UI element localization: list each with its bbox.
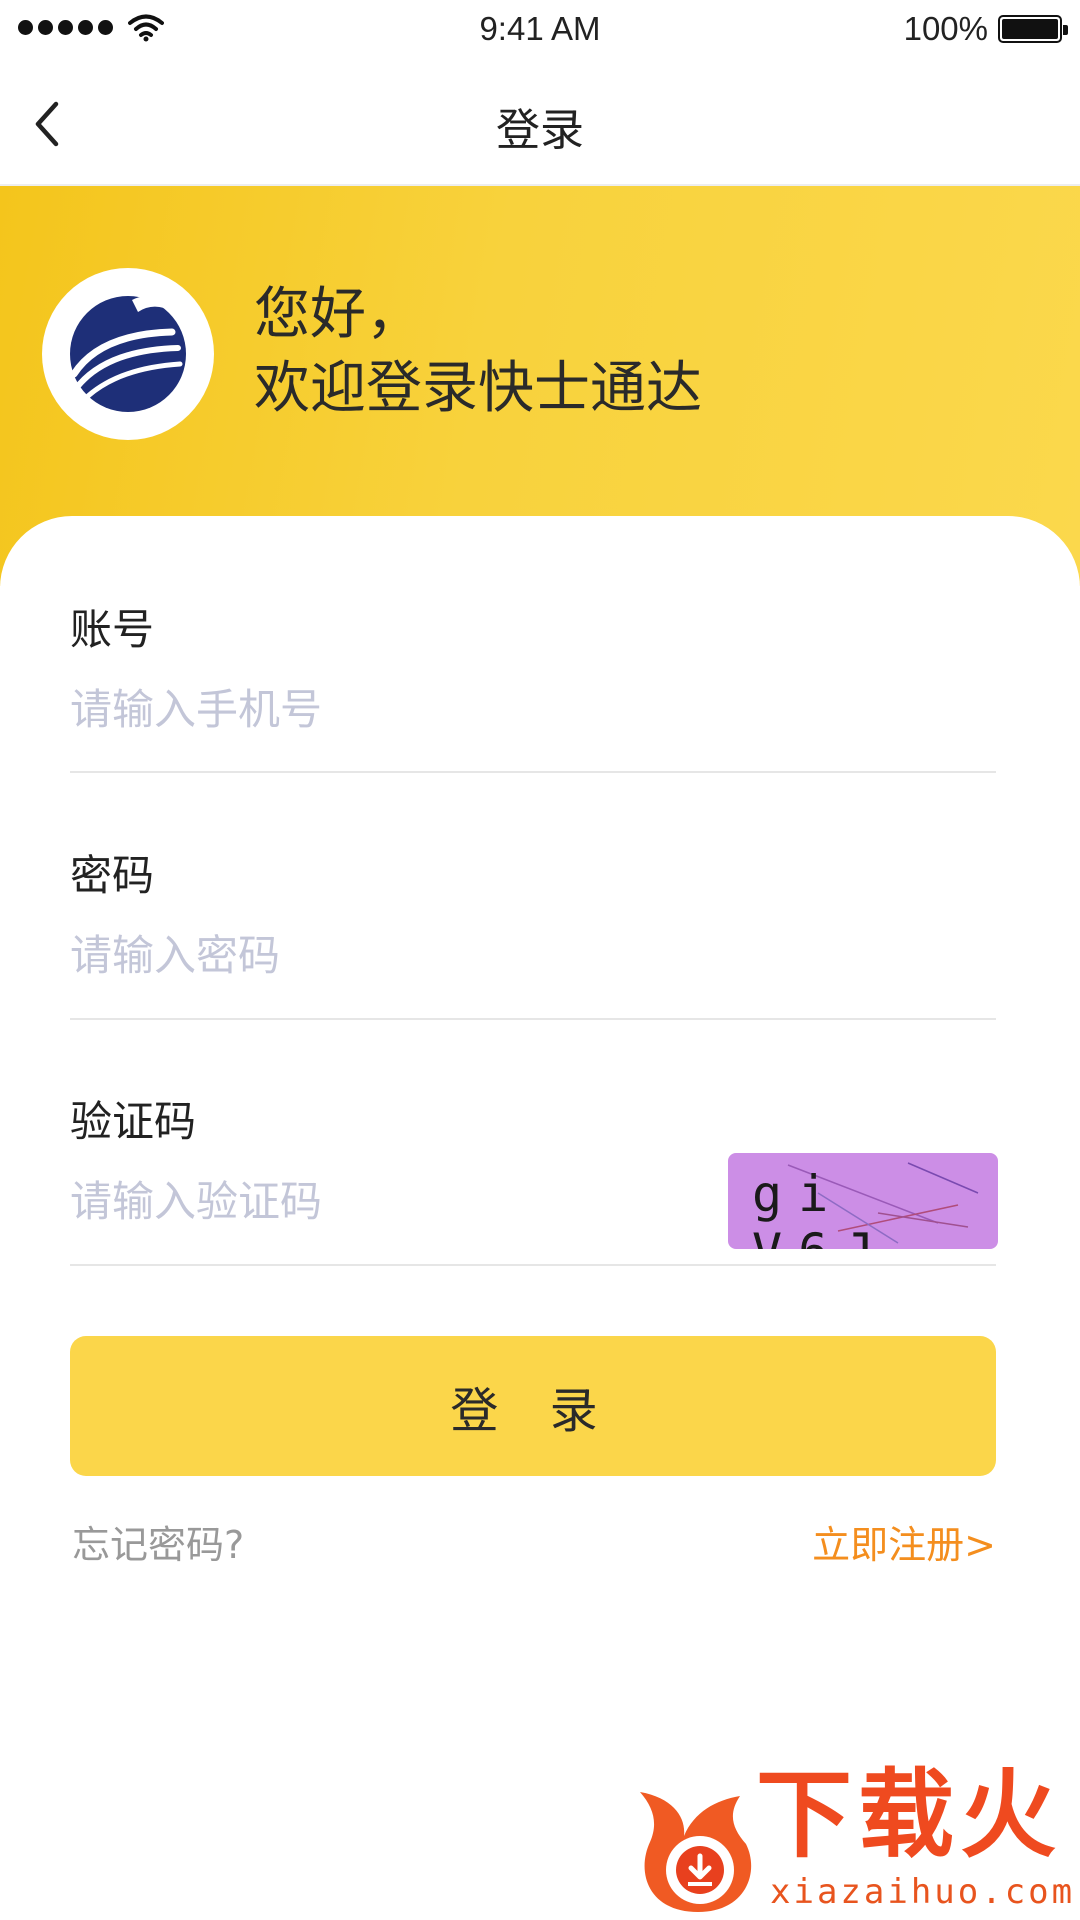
status-bar: 9:41 AM 100% [0,0,1080,58]
greeting-line-2: 欢迎登录快士通达 [254,356,702,421]
captcha-divider [70,1264,996,1266]
account-divider [70,771,996,773]
battery-icon [998,15,1068,43]
page-title: 登录 [496,105,584,156]
account-input[interactable] [70,674,770,744]
password-label: 密码 [70,851,155,900]
company-logo [42,268,214,440]
login-page: 9:41 AM 100% 登录 您好， 欢迎登录快士通达 账号 请输入手机号 密… [0,0,1080,1920]
greeting-line-1: 您好， [254,282,422,347]
password-input[interactable] [70,920,770,990]
captcha-image[interactable]: gi V6J [728,1153,998,1249]
forgot-password-link[interactable]: 忘记密码? [72,1514,244,1569]
account-label: 账号 [70,605,155,654]
watermark-brand: 下载火 [756,1759,1062,1871]
logo-icon [70,296,186,412]
register-link[interactable]: 立即注册> [812,1514,996,1569]
battery-percentage: 100% [903,10,988,47]
captcha-label: 验证码 [70,1097,197,1146]
captcha-input[interactable] [70,1166,690,1236]
captcha-text: gi V6J [752,1165,874,1249]
flame-download-icon [640,1792,752,1912]
nav-bar: 登录 [0,58,1080,186]
watermark: 下载火 xiazaihuo.com [628,1752,1072,1920]
login-button[interactable]: 登 录 [70,1336,996,1476]
password-divider [70,1018,996,1020]
watermark-url: xiazaihuo.com [770,1872,1076,1912]
welcome-greeting: 您好， 欢迎登录快士通达 [254,278,702,426]
